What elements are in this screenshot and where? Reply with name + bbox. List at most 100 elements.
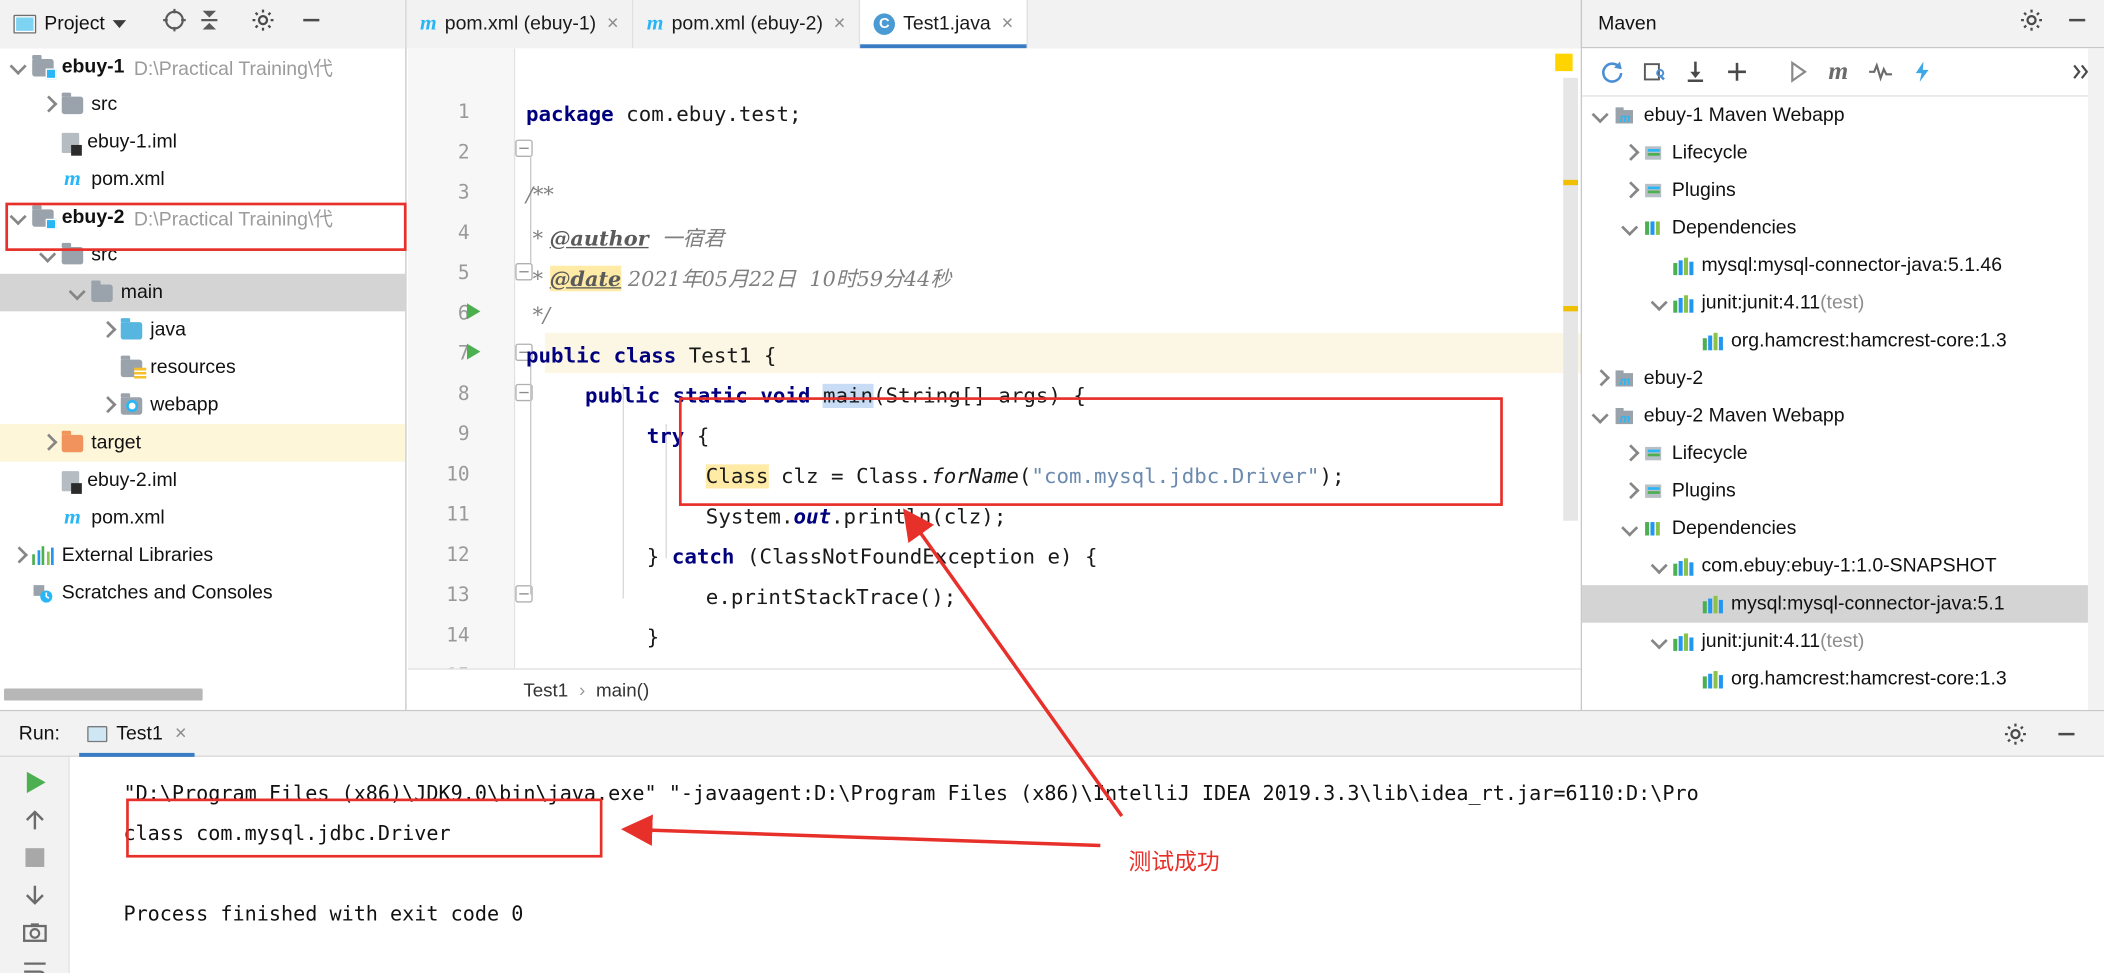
toggle-skip-tests-icon[interactable] <box>1861 54 1899 89</box>
project-tree-node[interactable]: resources <box>0 349 405 387</box>
minimize-icon[interactable] <box>2064 7 2091 41</box>
breadcrumb-class[interactable]: Test1 <box>523 678 568 699</box>
close-icon[interactable]: × <box>175 723 187 743</box>
breadcrumb-method[interactable]: main() <box>596 678 649 699</box>
project-tree-node[interactable]: ebuy-2.iml <box>0 462 405 500</box>
run-icon[interactable] <box>1778 54 1816 89</box>
chevron-right-icon[interactable] <box>38 94 59 115</box>
maven-tree-node[interactable]: mysql:mysql-connector-java:5.1 <box>1582 585 2104 623</box>
maven-tree-node[interactable]: Dependencies <box>1582 510 2104 548</box>
chevron-right-icon[interactable] <box>38 432 59 453</box>
soft-wrap-icon[interactable] <box>14 956 54 973</box>
collapse-all-icon[interactable] <box>196 7 223 41</box>
maven-tree[interactable]: m ebuy-1 Maven Webapp Lifecycle Plugins Depe… <box>1582 97 2104 698</box>
download-sources-icon[interactable] <box>1676 54 1714 89</box>
settings-gear-icon[interactable] <box>2002 721 2029 755</box>
chevron-right-icon[interactable] <box>1620 480 1641 501</box>
down-stack-icon[interactable] <box>14 880 54 910</box>
execute-maven-goal-icon[interactable]: m <box>1820 54 1858 89</box>
project-horizontal-scrollbar[interactable] <box>4 688 203 701</box>
project-tree[interactable]: ebuy-1 D:\Practical Training\代 src ebuy-1.i… <box>0 48 406 612</box>
project-tree-node[interactable]: ebuy-1 D:\Practical Training\代 <box>0 48 405 86</box>
chevron-right-icon[interactable] <box>97 319 118 340</box>
code-editor[interactable]: 123456789101112131415 package com.ebuy.t… <box>407 48 1581 669</box>
chevron-down-icon[interactable] <box>38 244 59 265</box>
maven-tree-node[interactable]: m ebuy-2 Maven Webapp <box>1582 397 2104 435</box>
screenshot-icon[interactable] <box>14 918 54 948</box>
chevron-down-icon[interactable] <box>1590 105 1611 126</box>
maven-tree-node[interactable]: Lifecycle <box>1582 134 2104 172</box>
chevron-down-icon[interactable] <box>1649 293 1670 314</box>
tab-pom-ebuy-1[interactable]: m pom.xml (ebuy-1) × <box>406 0 634 48</box>
run-tool-window[interactable]: Run: Test1 × "D:\Program Files (x86)\JDK… <box>0 709 2104 973</box>
close-icon[interactable]: × <box>607 13 619 33</box>
maven-tree-node[interactable]: Dependencies <box>1582 209 2104 247</box>
chevron-down-icon[interactable] <box>1649 631 1670 652</box>
generate-sources-icon[interactable] <box>1634 54 1672 89</box>
up-stack-icon[interactable] <box>14 805 54 835</box>
chevron-down-icon[interactable] <box>112 19 127 28</box>
chevron-down-icon[interactable] <box>1620 518 1641 539</box>
maven-tree-node[interactable]: junit:junit:4.11 (test) <box>1582 285 2104 323</box>
maven-tree-node[interactable]: Plugins <box>1582 172 2104 210</box>
chevron-down-icon[interactable] <box>67 282 88 303</box>
maven-tree-node[interactable]: Plugins <box>1582 472 2104 510</box>
project-tree-node[interactable]: webapp <box>0 387 405 425</box>
maven-tree-node[interactable]: m ebuy-1 Maven Webapp <box>1582 97 2104 135</box>
close-icon[interactable]: × <box>1001 13 1013 33</box>
project-tree-node[interactable]: target <box>0 424 406 462</box>
project-tree-node[interactable]: main <box>0 273 406 312</box>
project-tree-node[interactable]: ebuy-1.iml <box>0 123 405 161</box>
close-icon[interactable]: × <box>834 13 846 33</box>
maven-tree-node[interactable]: com.ebuy:ebuy-1:1.0-SNAPSHOT <box>1582 548 2104 586</box>
show-dependencies-icon[interactable] <box>1903 54 1941 89</box>
add-icon[interactable] <box>1718 54 1756 89</box>
fold-marker-javadoc[interactable] <box>515 139 533 158</box>
chevron-right-icon[interactable] <box>1590 368 1611 389</box>
project-tree-node[interactable]: ebuy-2 D:\Practical Training\代 <box>0 199 405 237</box>
settings-gear-icon[interactable] <box>2018 7 2045 41</box>
project-tree-node[interactable]: src <box>0 86 405 124</box>
chevron-down-icon[interactable] <box>1649 556 1670 577</box>
maven-tree-node[interactable]: org.hamcrest:hamcrest-core:1.3 <box>1582 322 2104 360</box>
run-configuration-tab[interactable]: Test1 × <box>78 711 196 757</box>
chevron-down-icon[interactable] <box>1620 217 1641 238</box>
run-class-icon[interactable] <box>466 303 481 320</box>
chevron-right-icon[interactable] <box>1620 142 1641 163</box>
project-tree-node[interactable]: External Libraries <box>0 537 405 575</box>
settings-gear-icon[interactable] <box>250 7 277 41</box>
maven-tree-node[interactable]: Lifecycle <box>1582 435 2104 473</box>
locate-icon[interactable] <box>161 7 188 41</box>
inspection-status-marker[interactable] <box>1555 53 1573 72</box>
minimize-icon[interactable] <box>2053 721 2080 755</box>
maven-tree-node[interactable]: org.hamcrest:hamcrest-core:1.3 <box>1582 660 2104 698</box>
project-tree-node[interactable]: m pom.xml <box>0 161 405 199</box>
editor-vertical-scrollbar[interactable] <box>1563 77 1579 521</box>
tab-test1-java[interactable]: C Test1.java × <box>860 0 1029 48</box>
chevron-right-icon[interactable] <box>97 395 118 416</box>
project-tool-window[interactable]: ebuy-1 D:\Practical Training\代 src ebuy-1.i… <box>0 48 407 710</box>
maven-tree-node[interactable]: mysql:mysql-connector-java:5.1.46 <box>1582 247 2104 285</box>
project-tree-node[interactable]: java <box>0 311 405 349</box>
chevron-right-icon[interactable] <box>1620 443 1641 464</box>
maven-tool-window[interactable]: m m ebuy-1 Maven Webapp Lifecycle Plugins De… <box>1580 48 2104 710</box>
chevron-down-icon[interactable] <box>8 207 29 228</box>
project-tree-node[interactable]: src <box>0 236 405 274</box>
chevron-right-icon[interactable] <box>1620 180 1641 201</box>
project-panel-title[interactable]: Project <box>44 13 105 34</box>
maven-tree-node[interactable]: m ebuy-2 <box>1582 360 2104 398</box>
chevron-down-icon[interactable] <box>1590 405 1611 426</box>
run-method-icon[interactable] <box>466 343 481 360</box>
project-tree-node[interactable]: m pom.xml <box>0 499 405 537</box>
tab-pom-ebuy-2[interactable]: m pom.xml (ebuy-2) × <box>633 0 861 48</box>
minimize-icon[interactable] <box>298 7 325 41</box>
stop-icon[interactable] <box>14 843 54 873</box>
chevron-right-icon[interactable] <box>8 545 29 566</box>
reload-icon[interactable] <box>1593 54 1631 89</box>
console-output[interactable]: "D:\Program Files (x86)\JDK9.0\bin\java.… <box>69 756 2104 973</box>
project-tree-node[interactable]: Scratches and Consoles <box>0 574 405 612</box>
breadcrumb[interactable]: Test1 › main() <box>407 668 1581 709</box>
maven-tree-node[interactable]: junit:junit:4.11 (test) <box>1582 623 2104 661</box>
chevron-down-icon[interactable] <box>8 56 29 77</box>
rerun-icon[interactable] <box>14 768 54 798</box>
